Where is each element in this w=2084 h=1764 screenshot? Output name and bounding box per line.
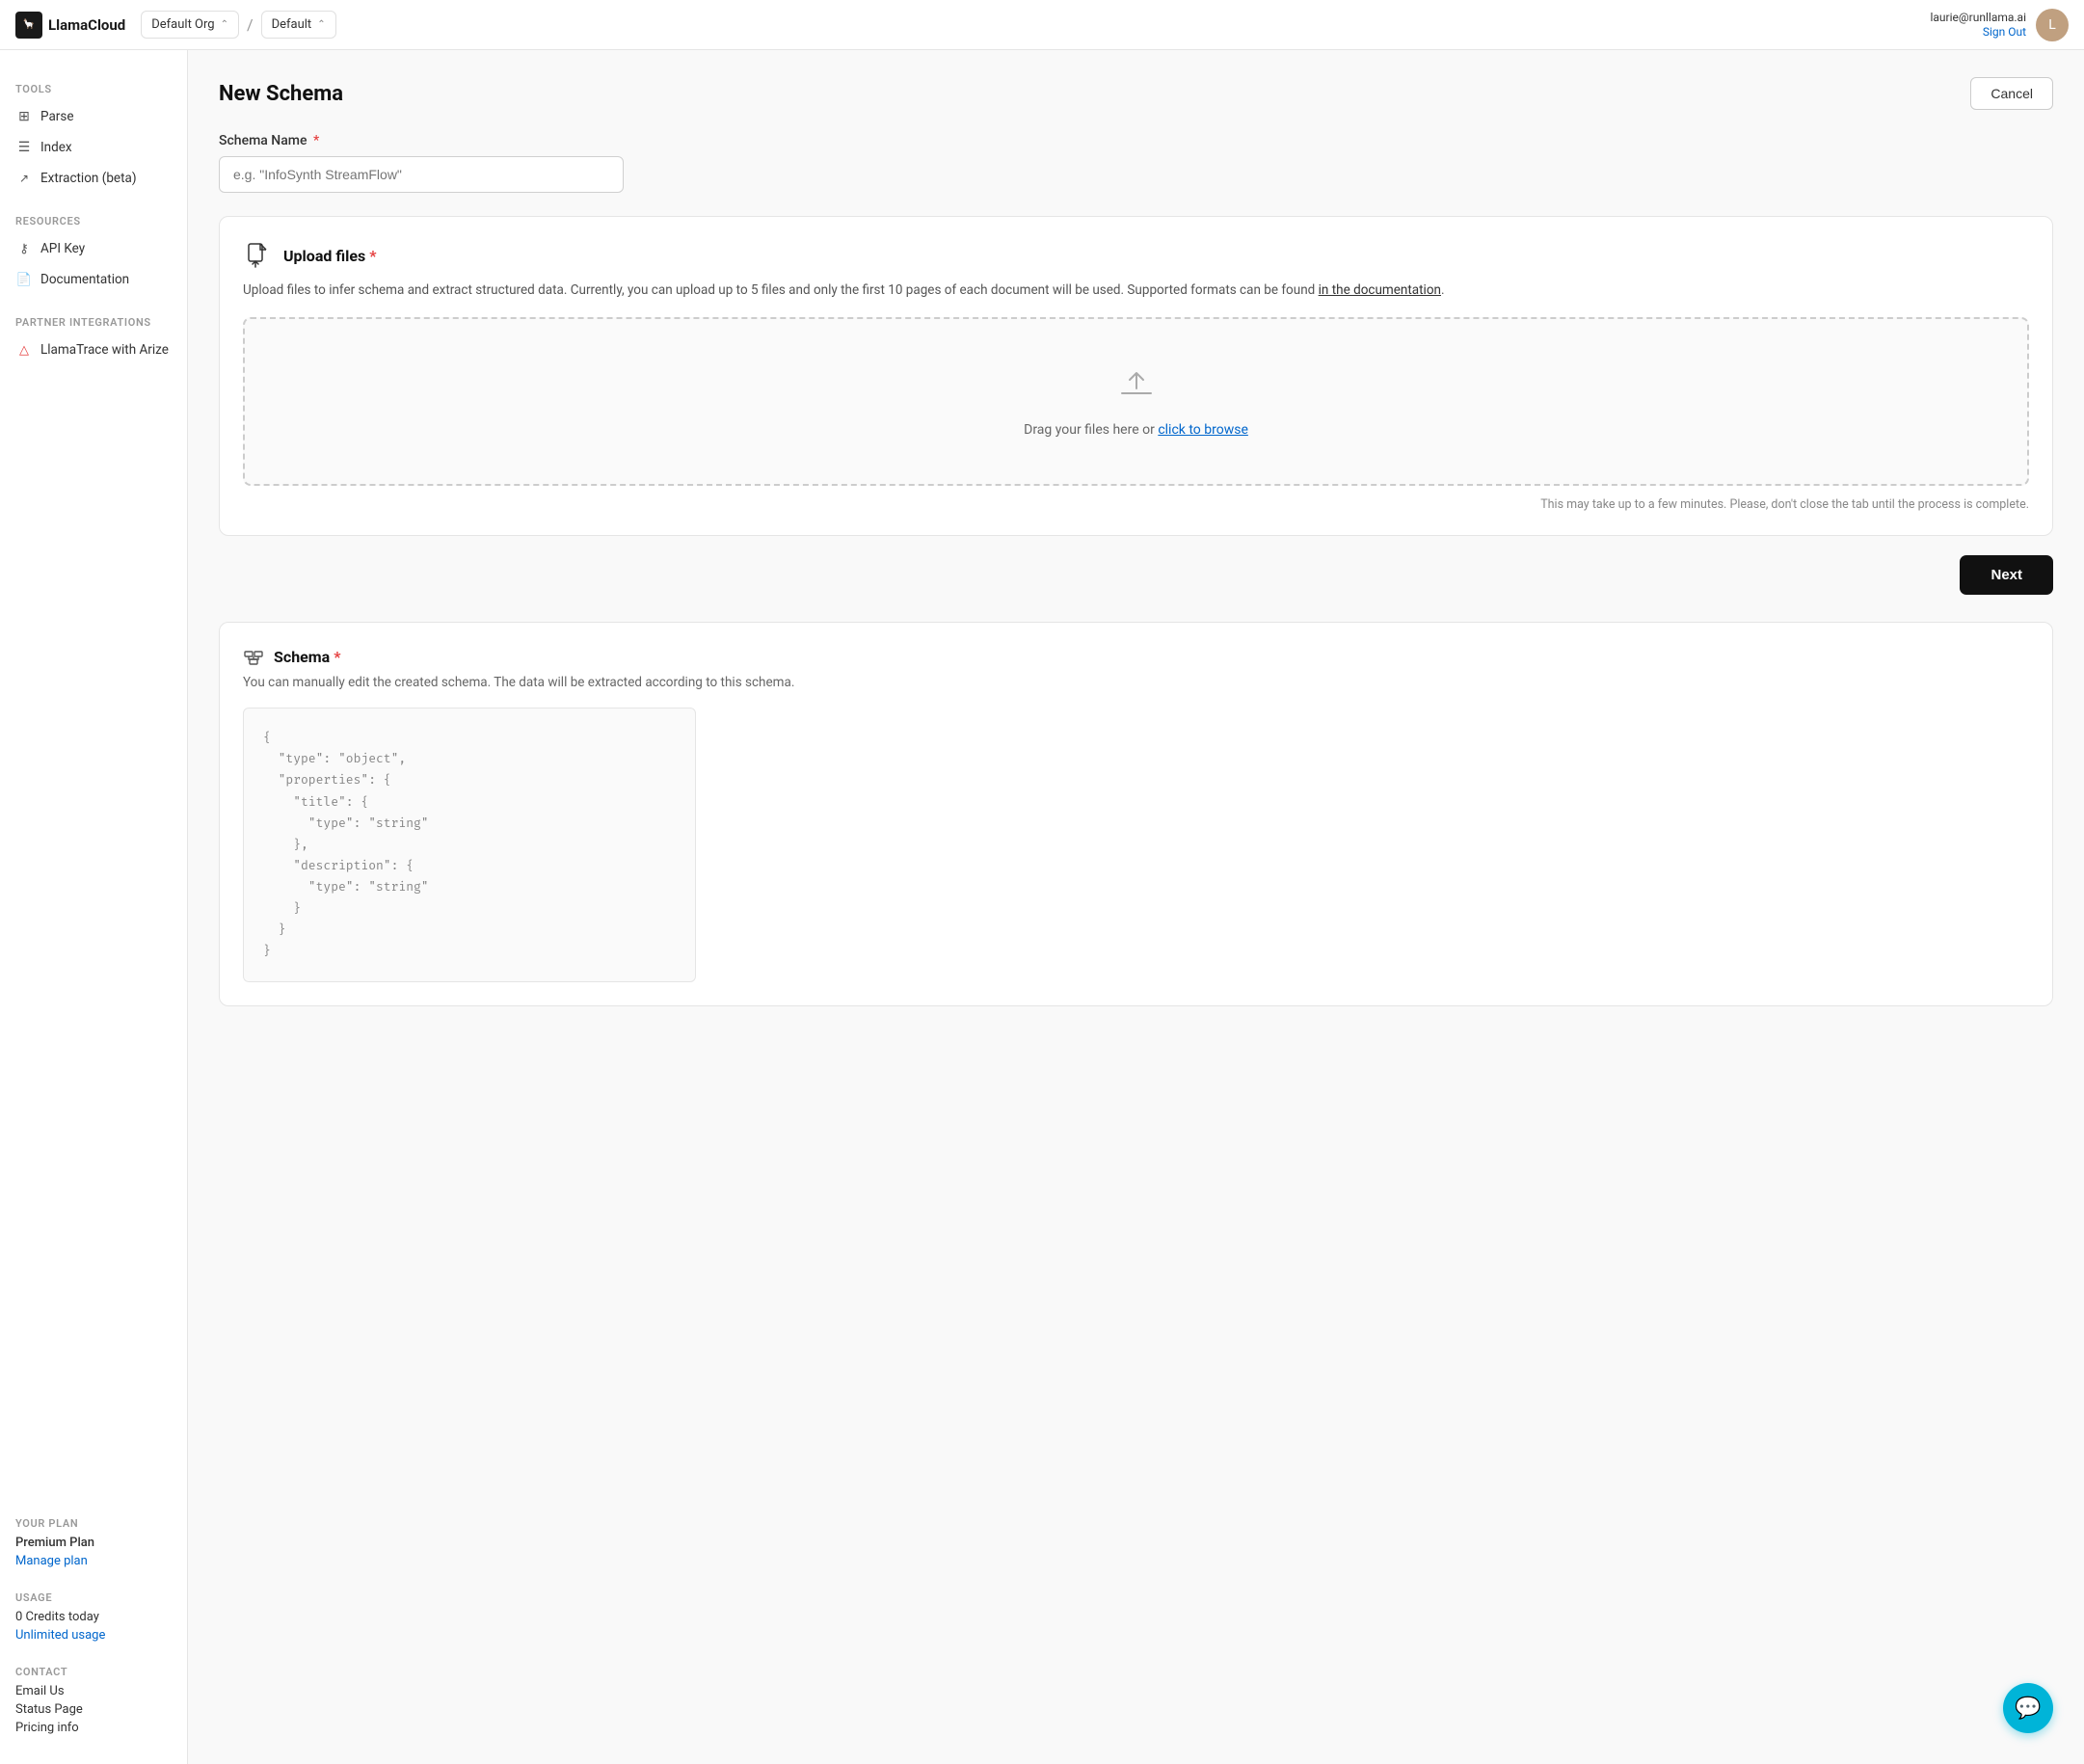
- required-asterisk: *: [309, 133, 319, 148]
- usage-label: USAGE: [0, 1578, 187, 1608]
- org-dropdown[interactable]: Default Org ⌃: [141, 11, 239, 39]
- upload-arrow-icon: [264, 365, 2008, 411]
- upload-description: Upload files to infer schema and extract…: [243, 281, 2029, 300]
- credits-today: 0 Credits today: [0, 1608, 187, 1626]
- contact-pricing[interactable]: Pricing info: [0, 1719, 187, 1737]
- logo-text: LlamaCloud: [48, 16, 125, 34]
- sidebar-item-index[interactable]: ☰ Index: [0, 132, 187, 163]
- contact-email[interactable]: Email Us: [0, 1682, 187, 1700]
- next-button-wrap: Next: [219, 555, 2053, 595]
- resources-label: RESOURCES: [0, 201, 187, 233]
- sidebar-bottom: YOUR PLAN Premium Plan Manage plan USAGE…: [0, 1504, 187, 1745]
- parse-icon: ⊞: [15, 109, 33, 124]
- chat-bubble[interactable]: 💬: [2003, 1683, 2053, 1733]
- upload-section-title: Upload files *: [283, 247, 376, 265]
- schema-icon: [243, 646, 264, 667]
- layout: TOOLS ⊞ Parse ☰ Index ↗ Extraction (beta…: [0, 0, 2084, 1764]
- unlimited-usage[interactable]: Unlimited usage: [0, 1626, 187, 1644]
- user-info: laurie@runllama.ai Sign Out: [1930, 11, 2026, 40]
- contact-status[interactable]: Status Page: [0, 1700, 187, 1719]
- logo[interactable]: 🦙 LlamaCloud: [15, 12, 125, 39]
- documentation-icon: 📄: [15, 273, 33, 287]
- plan-name: Premium Plan: [0, 1534, 187, 1552]
- schema-name-input[interactable]: [219, 156, 624, 193]
- browse-link[interactable]: click to browse: [1158, 422, 1248, 438]
- topnav: 🦙 LlamaCloud Default Org ⌃ / Default ⌃ l…: [0, 0, 2084, 50]
- sidebar-item-extraction[interactable]: ↗ Extraction (beta): [0, 163, 187, 194]
- index-icon: ☰: [15, 140, 33, 155]
- partner-section: PARTNER INTEGRATIONS △ LlamaTrace with A…: [0, 303, 187, 373]
- chat-icon: 💬: [2015, 1697, 2041, 1721]
- dropzone[interactable]: Drag your files here or click to browse: [243, 317, 2029, 486]
- your-plan-label: YOUR PLAN: [0, 1504, 187, 1534]
- schema-section-title: Schema *: [274, 648, 340, 666]
- sidebar: TOOLS ⊞ Parse ☰ Index ↗ Extraction (beta…: [0, 50, 188, 1764]
- project-chevron-icon: ⌃: [317, 19, 325, 30]
- upload-file-icon: [243, 240, 274, 271]
- schema-section-header: Schema *: [243, 646, 2029, 667]
- project-dropdown[interactable]: Default ⌃: [261, 11, 336, 39]
- upload-section: Upload files * Upload files to infer sch…: [219, 216, 2053, 536]
- org-selector: Default Org ⌃ / Default ⌃: [141, 11, 335, 39]
- schema-name-label: Schema Name *: [219, 133, 2053, 148]
- sidebar-item-api-key-label: API Key: [40, 241, 85, 256]
- sign-out-link[interactable]: Sign Out: [1983, 25, 2026, 39]
- schema-name-field: Schema Name *: [219, 133, 2053, 193]
- resources-section: RESOURCES ⚷ API Key 📄 Documentation: [0, 201, 187, 303]
- sidebar-item-llamatrace-label: LlamaTrace with Arize: [40, 342, 169, 358]
- upload-section-header: Upload files *: [243, 240, 2029, 271]
- sidebar-item-parse[interactable]: ⊞ Parse: [0, 101, 187, 132]
- logo-icon: 🦙: [15, 12, 42, 39]
- sidebar-item-api-key[interactable]: ⚷ API Key: [0, 233, 187, 264]
- sidebar-item-parse-label: Parse: [40, 109, 74, 124]
- cancel-button[interactable]: Cancel: [1970, 77, 2053, 110]
- api-key-icon: ⚷: [15, 242, 33, 256]
- contact-label: CONTACT: [0, 1652, 187, 1682]
- main-content: New Schema Cancel Schema Name *: [188, 50, 2084, 1764]
- sidebar-item-llamatrace[interactable]: △ LlamaTrace with Arize: [0, 334, 187, 365]
- schema-description: You can manually edit the created schema…: [243, 675, 2029, 690]
- upload-note: This may take up to a few minutes. Pleas…: [243, 497, 2029, 512]
- sidebar-item-index-label: Index: [40, 140, 72, 155]
- next-button[interactable]: Next: [1960, 555, 2053, 595]
- sidebar-item-documentation[interactable]: 📄 Documentation: [0, 264, 187, 295]
- schema-section: Schema * You can manually edit the creat…: [219, 622, 2053, 1006]
- page-header: New Schema Cancel: [219, 77, 2053, 110]
- sidebar-item-extraction-label: Extraction (beta): [40, 171, 137, 186]
- topnav-right: laurie@runllama.ai Sign Out L: [1930, 9, 2069, 41]
- tools-section: TOOLS ⊞ Parse ☰ Index ↗ Extraction (beta…: [0, 69, 187, 201]
- user-email: laurie@runllama.ai: [1930, 11, 2026, 24]
- project-label: Default: [272, 17, 312, 32]
- schema-editor[interactable]: { "type": "object", "properties": { "tit…: [243, 708, 696, 982]
- sidebar-item-documentation-label: Documentation: [40, 272, 129, 287]
- dropzone-text: Drag your files here or click to browse: [264, 422, 2008, 438]
- tools-label: TOOLS: [0, 69, 187, 101]
- manage-plan-link[interactable]: Manage plan: [0, 1552, 187, 1570]
- extraction-icon: ↗: [15, 172, 33, 185]
- page-title: New Schema: [219, 82, 343, 106]
- org-label: Default Org: [151, 17, 214, 32]
- partner-label: PARTNER INTEGRATIONS: [0, 303, 187, 334]
- org-separator: /: [247, 15, 254, 34]
- avatar: L: [2036, 9, 2069, 41]
- llamatrace-icon: △: [15, 343, 33, 358]
- org-chevron-icon: ⌃: [221, 19, 228, 30]
- doc-link[interactable]: in the documentation: [1319, 282, 1441, 298]
